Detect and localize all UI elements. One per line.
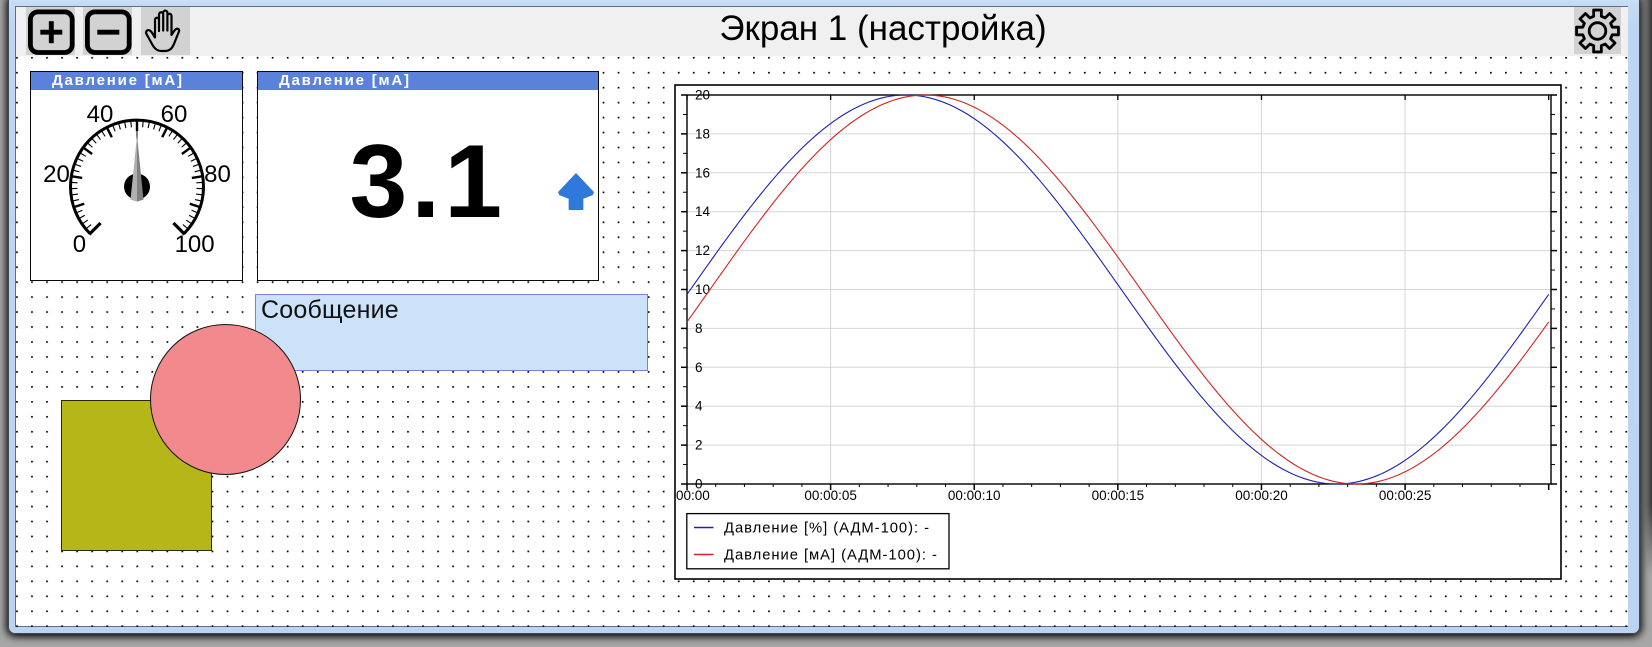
svg-text:60: 60 [161,101,188,128]
svg-text:18: 18 [695,126,710,141]
svg-text:00:00: 00:00 [676,488,710,503]
svg-text:00:00:15: 00:00:15 [1092,488,1145,503]
svg-text:16: 16 [695,165,710,180]
svg-text:4: 4 [695,399,703,414]
svg-text:0: 0 [73,231,86,258]
svg-text:40: 40 [87,101,114,128]
svg-text:20: 20 [695,88,710,103]
svg-text:8: 8 [695,321,703,336]
svg-text:00:00:05: 00:00:05 [804,488,857,503]
svg-text:10: 10 [695,282,710,297]
svg-text:6: 6 [695,360,703,375]
svg-text:80: 80 [204,161,231,188]
svg-text:100: 100 [175,231,215,258]
svg-text:Давление [%] (АДМ-100): -: Давление [%] (АДМ-100): - [724,521,930,537]
svg-text:00:00:10: 00:00:10 [948,488,1001,503]
svg-text:12: 12 [695,243,710,258]
svg-text:14: 14 [695,204,711,219]
svg-text:Давление [мА] (АДМ-100): -: Давление [мА] (АДМ-100): - [724,548,938,564]
svg-text:00:00:20: 00:00:20 [1235,488,1288,503]
svg-text:2: 2 [695,438,703,453]
svg-text:00:00:25: 00:00:25 [1379,488,1432,503]
svg-text:20: 20 [43,161,70,188]
